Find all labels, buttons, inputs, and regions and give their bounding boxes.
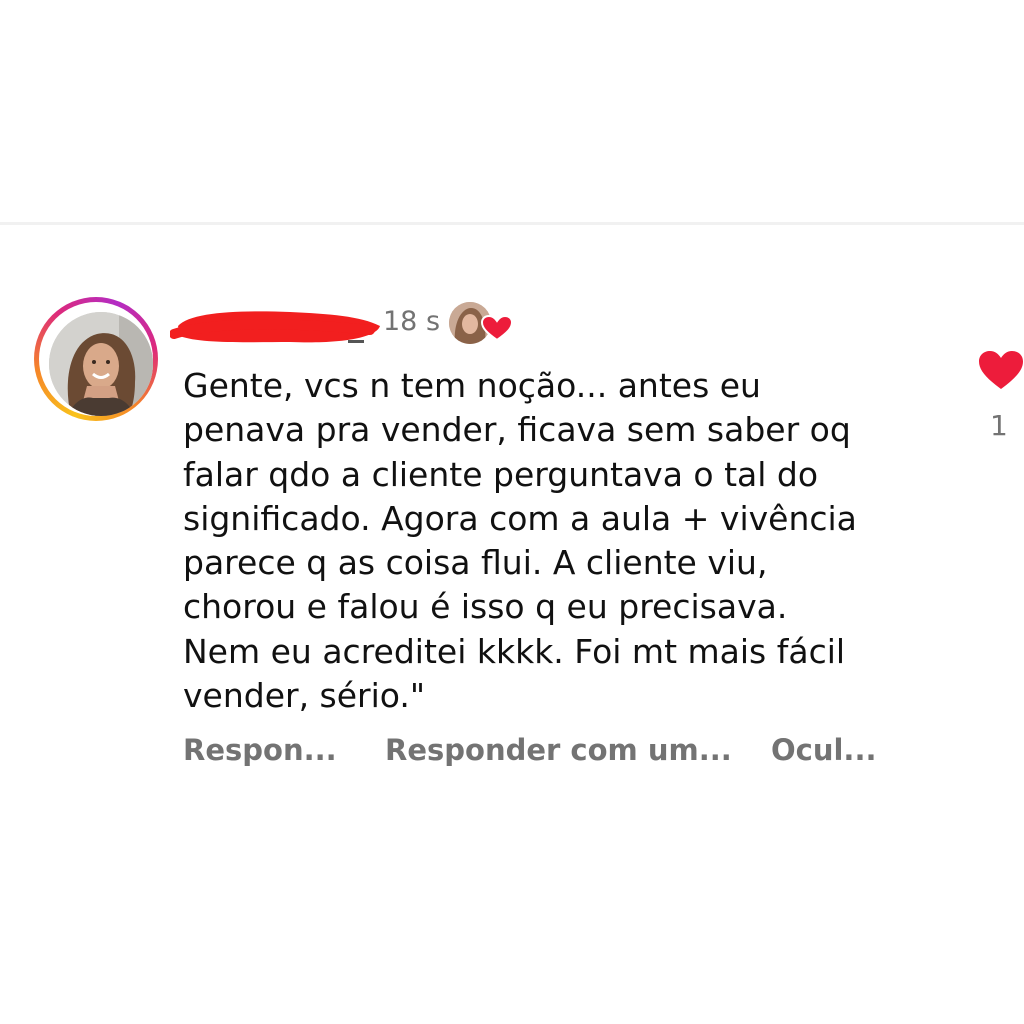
divider <box>0 222 1024 225</box>
comment-actions: Respon... Responder com um... Ocul... <box>183 730 943 774</box>
avatar-photo <box>49 312 153 416</box>
like-count: 1 <box>990 409 1008 442</box>
comment-timestamp: 18 s <box>383 306 441 337</box>
heart-icon <box>481 315 513 341</box>
hide-button[interactable]: Ocul... <box>771 730 876 770</box>
author-liked-badge <box>449 302 513 346</box>
comment-text: Gente, vcs n tem noção... antes eu penav… <box>183 366 857 716</box>
commenter-avatar[interactable] <box>34 297 158 421</box>
heart-icon[interactable] <box>978 350 1024 390</box>
comment-header: 18 s <box>170 296 570 350</box>
reply-with-button[interactable]: Responder com um... <box>385 730 732 770</box>
username-redaction <box>170 311 380 343</box>
reply-button[interactable]: Respon... <box>183 730 337 770</box>
comment-screenshot: 18 s Gente, vcs n tem noção... antes eu … <box>0 0 1024 1024</box>
